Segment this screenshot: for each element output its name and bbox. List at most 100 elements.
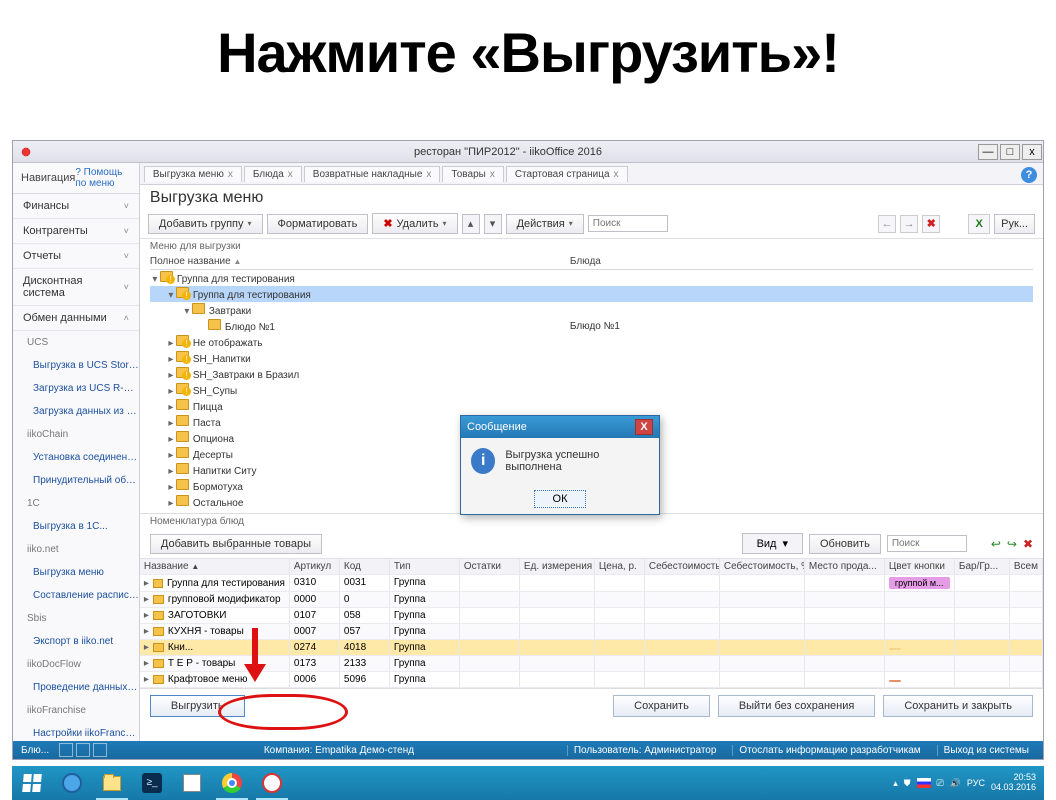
forward-button[interactable]: →: [900, 215, 918, 233]
dialog-ok-button[interactable]: ОК: [534, 490, 587, 508]
minimize-button[interactable]: —: [978, 144, 998, 160]
nav-section-discount[interactable]: Дисконтная система˅: [13, 269, 139, 306]
tab-2[interactable]: Возвратные накладныеx: [304, 166, 441, 182]
manual-button[interactable]: Рук...: [994, 214, 1035, 234]
nav-help-link[interactable]: ? Помощь по меню: [75, 167, 131, 189]
col-name[interactable]: Название ▲: [140, 559, 290, 574]
tree-expander-icon[interactable]: ▸: [166, 482, 176, 493]
tab-close-icon[interactable]: x: [288, 169, 293, 180]
col-tip[interactable]: Тип: [390, 559, 460, 574]
grid-stop-button[interactable]: ✖: [1023, 537, 1033, 551]
taskbar-ie[interactable]: [52, 766, 92, 800]
nav-item-sbis-export[interactable]: Экспорт в iiko.net: [13, 630, 139, 653]
col-kod[interactable]: Код: [340, 559, 390, 574]
nav-item-ucs-export[interactable]: Выгрузка в UCS StoreHouse...: [13, 354, 139, 377]
nav-item-1c-export[interactable]: Выгрузка в 1С...: [13, 515, 139, 538]
grid-row[interactable]: ▸Группа для тестирования03100031Группагр…: [140, 575, 1043, 592]
view-dropdown[interactable]: Вид▾: [742, 533, 803, 554]
delete-button[interactable]: ✖Удалить▾: [372, 213, 457, 234]
search-input[interactable]: [588, 215, 668, 232]
exit-nosave-button[interactable]: Выйти без сохранения: [718, 695, 876, 717]
status-exit[interactable]: Выход из системы: [937, 745, 1035, 756]
tray-shield-icon[interactable]: ⛊: [904, 778, 911, 789]
col-bar[interactable]: Бар/Гр...: [955, 559, 1010, 574]
tab-close-icon[interactable]: x: [614, 169, 619, 180]
tree-expander-icon[interactable]: ▸: [166, 498, 176, 509]
nav-item-docflow-edo[interactable]: Проведение данных в ЭДО: [13, 676, 139, 699]
col-cvet[interactable]: Цвет кнопки: [885, 559, 955, 574]
tray-clock[interactable]: 20:53 04.03.2016: [991, 773, 1036, 793]
nav-section-contragents[interactable]: Контрагенты˅: [13, 219, 139, 244]
tab-close-icon[interactable]: x: [426, 169, 431, 180]
grid-row[interactable]: ▸КУХНЯ - товары0007057Группа: [140, 624, 1043, 640]
tree-expander-icon[interactable]: ▸: [166, 338, 176, 349]
bottom-search-input[interactable]: [887, 535, 967, 552]
tab-1[interactable]: Блюдаx: [244, 166, 302, 182]
tree-expander-icon[interactable]: ▸: [166, 402, 176, 413]
back-button[interactable]: ←: [878, 215, 896, 233]
grid-row[interactable]: ▸Кни...02744018Группа: [140, 640, 1043, 656]
tray-volume-icon[interactable]: 🔊: [950, 778, 961, 789]
format-button[interactable]: Форматировать: [267, 214, 369, 234]
tree-expander-icon[interactable]: ▸: [166, 434, 176, 445]
nav-section-exchange[interactable]: Обмен данными˄: [13, 306, 139, 331]
col-seb1[interactable]: Себестоимость, р.: [645, 559, 720, 574]
tree-expander-icon[interactable]: ▸: [166, 466, 176, 477]
tree-row[interactable]: ▾Завтраки: [150, 302, 1033, 318]
stop-button[interactable]: ✖: [922, 215, 940, 233]
refresh-button[interactable]: Обновить: [809, 534, 881, 554]
excel-export-button[interactable]: X: [968, 214, 990, 234]
col-ed[interactable]: Ед. измерения: [520, 559, 595, 574]
tree-expander-icon[interactable]: ▸: [166, 370, 176, 381]
status-send-dev[interactable]: Отослать информацию разработчикам: [732, 745, 926, 756]
add-group-button[interactable]: Добавить группу▾: [148, 214, 263, 234]
grid-row[interactable]: ▸Т Е Р - товары01732133Группа: [140, 656, 1043, 672]
tree-expander-icon[interactable]: ▸: [166, 450, 176, 461]
row-expander-icon[interactable]: ▸: [144, 674, 149, 685]
save-close-button[interactable]: Сохранить и закрыть: [883, 695, 1033, 717]
tab-close-icon[interactable]: x: [490, 169, 495, 180]
tree-expander-icon[interactable]: ▸: [166, 354, 176, 365]
tree-row[interactable]: ▸SH_Завтраки в Бразил: [150, 366, 1033, 382]
maximize-button[interactable]: □: [1000, 144, 1020, 160]
nav-section-finance[interactable]: Финансы˅: [13, 194, 139, 219]
tree-row[interactable]: ▸SH_Супы: [150, 382, 1033, 398]
row-expander-icon[interactable]: ▸: [144, 610, 149, 621]
taskbar-iiko[interactable]: [252, 766, 292, 800]
tray-network-icon[interactable]: ⎚: [937, 778, 944, 789]
col-art[interactable]: Артикул: [290, 559, 340, 574]
tree-expander-icon[interactable]: ▸: [166, 418, 176, 429]
row-expander-icon[interactable]: ▸: [144, 626, 149, 637]
nav-item-ucs-import1[interactable]: Загрузка из UCS R-Keeper з...: [13, 377, 139, 400]
grid-row[interactable]: ▸групповой модификатор00000Группа: [140, 592, 1043, 608]
tray-up-icon[interactable]: ▴: [893, 778, 898, 789]
help-icon[interactable]: ?: [1021, 167, 1037, 183]
tree-row[interactable]: ▸Пицца: [150, 398, 1033, 414]
nav-section-reports[interactable]: Отчеты˅: [13, 244, 139, 269]
taskbar-chrome[interactable]: [212, 766, 252, 800]
nav-item-franchise-settings[interactable]: Настройки iikoFranchise: [13, 722, 139, 741]
row-expander-icon[interactable]: ▸: [144, 658, 149, 669]
col-vsem[interactable]: Всем: [1010, 559, 1043, 574]
grid-back-button[interactable]: ↩: [991, 537, 1001, 551]
status-window-icons[interactable]: [59, 743, 107, 757]
actions-button[interactable]: Действия▾: [506, 214, 584, 234]
start-button[interactable]: [12, 766, 52, 800]
tray-lang[interactable]: РУС: [967, 778, 985, 788]
add-selected-button[interactable]: Добавить выбранные товары: [150, 534, 322, 554]
tab-close-icon[interactable]: x: [228, 169, 233, 180]
row-expander-icon[interactable]: ▸: [144, 594, 149, 605]
nav-item-ucs-import2[interactable]: Загрузка данных из UCS Щ...: [13, 400, 139, 423]
col-stat[interactable]: Остатки: [460, 559, 520, 574]
tab-0[interactable]: Выгрузка менюx: [144, 166, 242, 182]
dialog-close-button[interactable]: X: [635, 419, 653, 435]
tree-row[interactable]: ▸SH_Напитки: [150, 350, 1033, 366]
row-expander-icon[interactable]: ▸: [144, 578, 149, 589]
tree-expander-icon[interactable]: ▸: [166, 386, 176, 397]
tab-3[interactable]: Товарыx: [442, 166, 503, 182]
row-expander-icon[interactable]: ▸: [144, 642, 149, 653]
nav-item-chain-connect[interactable]: Установка соединения с iikoChain...: [13, 446, 139, 469]
taskbar-app[interactable]: [172, 766, 212, 800]
col-seb2[interactable]: Себестоимость, %: [720, 559, 805, 574]
move-up-button[interactable]: ▴: [462, 214, 480, 234]
